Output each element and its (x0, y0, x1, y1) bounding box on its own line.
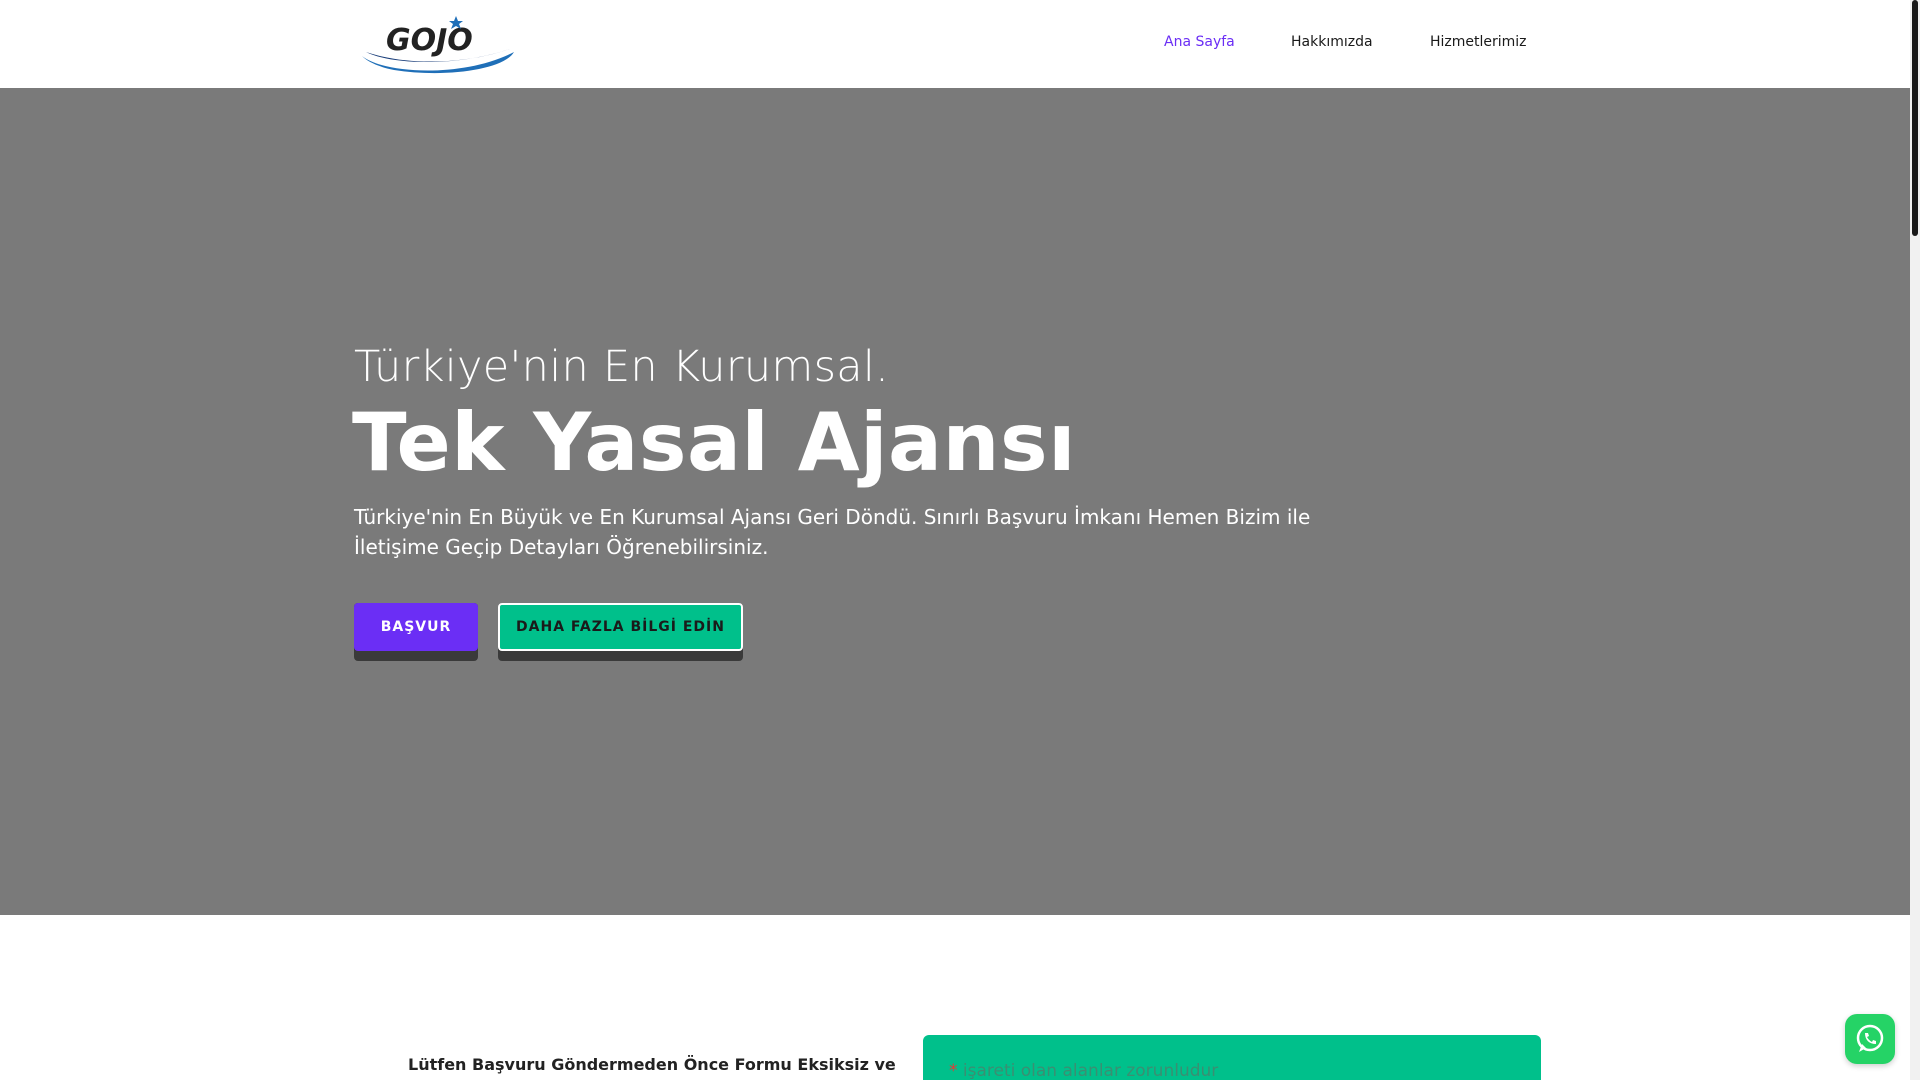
nav-home[interactable]: Ana Sayfa (1164, 34, 1235, 50)
form-intro-text: Lütfen Başvuru Göndermeden Önce Formu Ek… (408, 1055, 896, 1074)
gojo-logo: GOJO (362, 16, 514, 74)
whatsapp-button[interactable] (1845, 1014, 1895, 1064)
hero-title: Tek Yasal Ajansı (352, 396, 1077, 489)
site-header: GOJO Ana Sayfa Hakkımızda Hizmetlerimiz (0, 0, 1910, 88)
required-fields-note: * işareti olan alanlar zorunludur (949, 1061, 1218, 1080)
application-form-box: * işareti olan alanlar zorunludur (923, 1035, 1541, 1080)
required-star: * (949, 1061, 958, 1080)
nav-about[interactable]: Hakkımızda (1291, 34, 1373, 50)
whatsapp-icon (1856, 1024, 1884, 1052)
hero-description: Türkiye'nin En Büyük ve En Kurumsal Ajan… (354, 505, 1311, 559)
apply-button[interactable]: BAŞVUR (354, 603, 478, 651)
page-scrollbar[interactable] (1910, 0, 1920, 1080)
site-logo[interactable]: GOJO (354, 12, 522, 74)
scrollbar-thumb[interactable] (1912, 0, 1918, 236)
hero-section: Türkiye'nin En Kurumsal. Tek Yasal Ajans… (0, 88, 1910, 915)
apply-button-shadow: BAŞVUR (354, 603, 478, 661)
required-note-text: işareti olan alanlar zorunludur (957, 1061, 1219, 1080)
more-info-button-shadow: DAHA FAZLA BİLGİ EDİN (498, 603, 743, 661)
nav-services[interactable]: Hizmetlerimiz (1430, 34, 1527, 50)
hero-subtitle: Türkiye'nin En Kurumsal. (354, 342, 890, 392)
more-info-button[interactable]: DAHA FAZLA BİLGİ EDİN (498, 603, 743, 651)
page: GOJO Ana Sayfa Hakkımızda Hizmetlerimiz … (0, 0, 1920, 1080)
